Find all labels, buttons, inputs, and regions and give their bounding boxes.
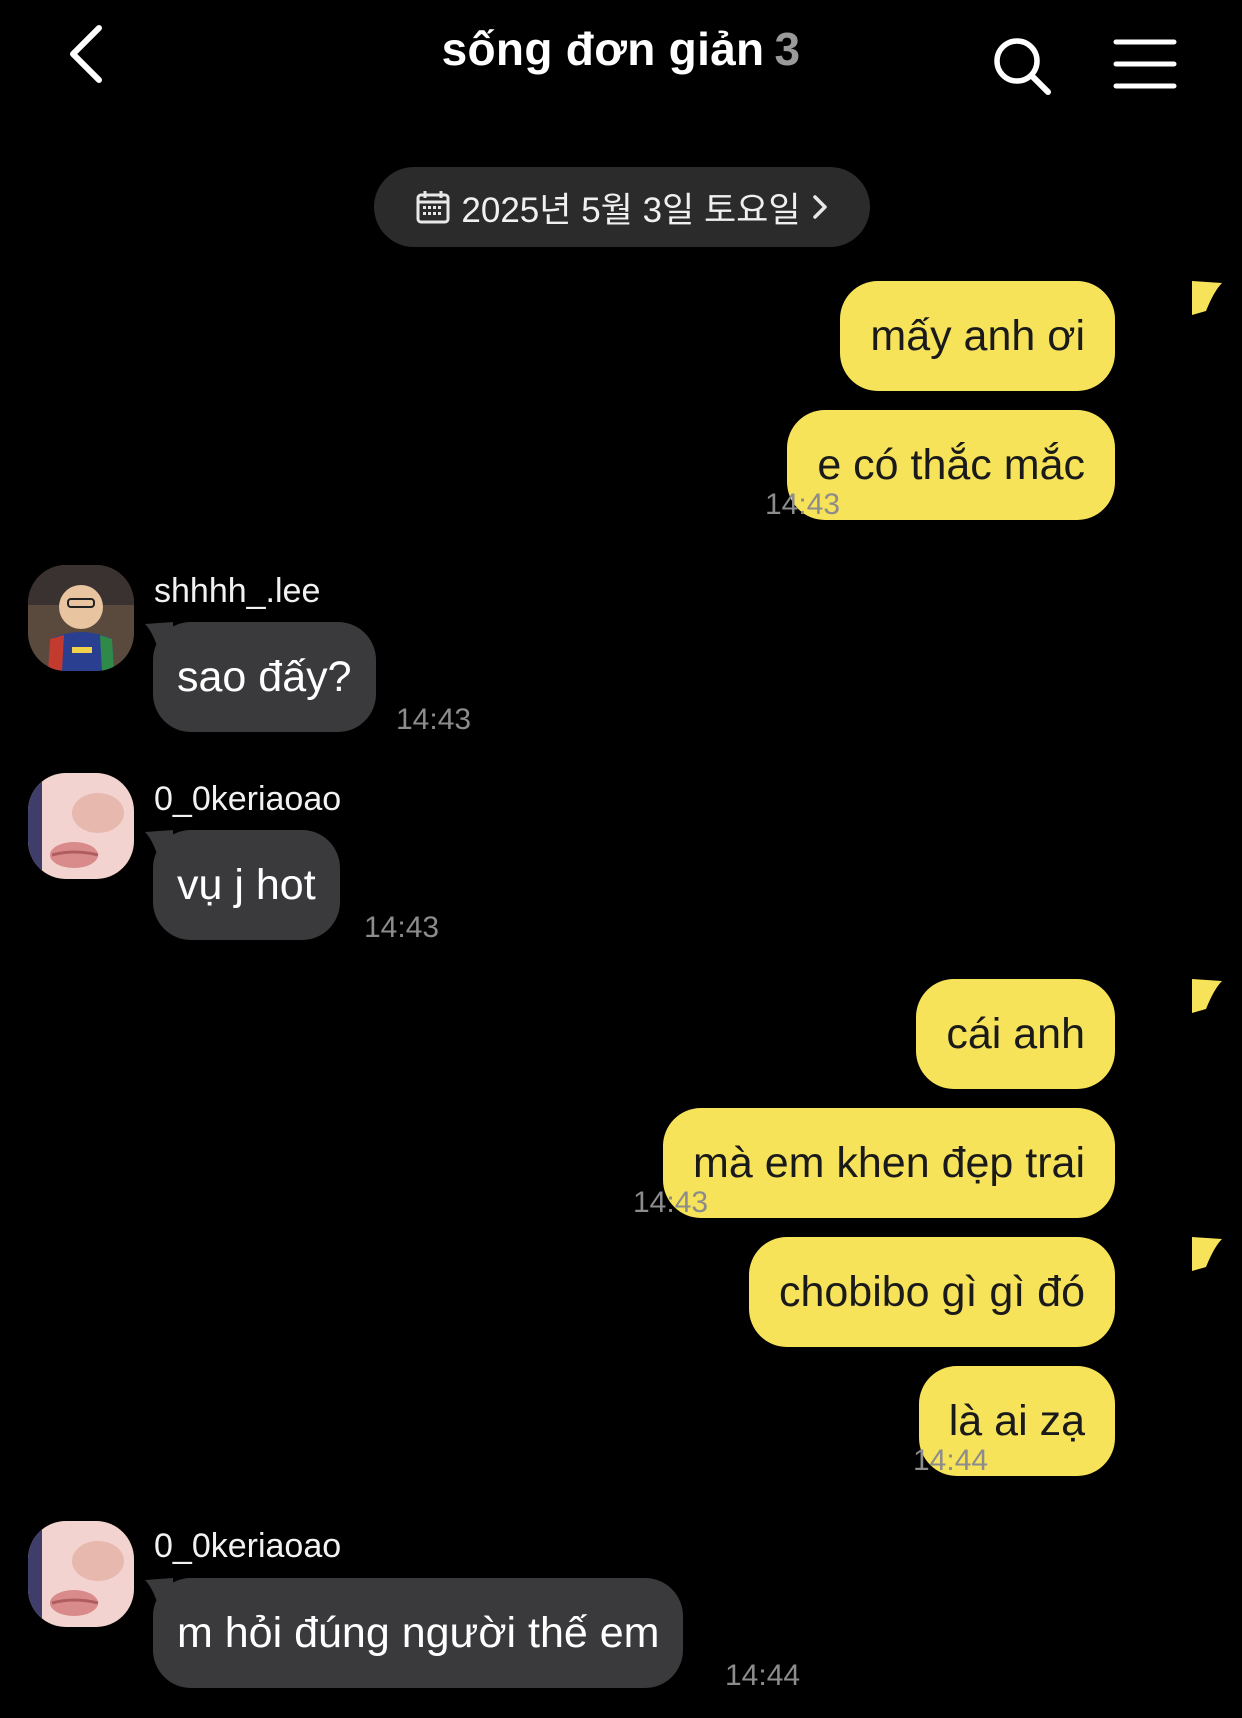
message-timestamp: 14:43: [364, 911, 440, 944]
sender-name: 0_0keriaoao: [154, 1527, 342, 1565]
message-text: sao đấy?: [177, 652, 352, 701]
message-timestamp: 14:43: [765, 488, 841, 521]
avatar[interactable]: [28, 565, 134, 671]
avatar-photo: [28, 773, 134, 879]
message-text: vụ j hot: [177, 860, 316, 909]
avatar[interactable]: [28, 773, 134, 879]
message-timestamp: 14:44: [725, 1659, 801, 1692]
avatar-photo: [28, 565, 134, 671]
message-timestamp: 14:43: [633, 1186, 709, 1219]
avatar[interactable]: [28, 1521, 134, 1627]
avatar-photo: [28, 1521, 134, 1627]
bubble-tail: [1192, 281, 1222, 315]
date-divider[interactable]: 2025년 5월 3일 토요일: [374, 167, 870, 247]
menu-icon: [1113, 39, 1177, 89]
bubble-tail: [1192, 979, 1222, 1013]
date-label: 2025년 5월 3일 토요일: [461, 190, 801, 230]
chevron-right-icon: [812, 195, 827, 219]
message-text: e có thắc mắc: [817, 440, 1085, 489]
message-text: mấy anh ơi: [870, 311, 1085, 360]
sender-name: 0_0keriaoao: [154, 780, 342, 818]
my-message-bubble[interactable]: chobibo gì gì đó: [748, 1237, 1115, 1347]
other-message-bubble[interactable]: m hỏi đúng người thế em: [153, 1578, 684, 1688]
bubble-tail: [145, 622, 173, 654]
search-icon: [994, 38, 1051, 95]
message-text: là ai zạ: [948, 1396, 1085, 1445]
sender-name: shhhh_.lee: [154, 572, 321, 610]
bubble-tail: [145, 830, 173, 862]
my-message-bubble[interactable]: mấy anh ơi: [840, 281, 1115, 391]
my-message-bubble[interactable]: mà em khen đẹp trai: [663, 1108, 1115, 1218]
search-button[interactable]: [990, 34, 1056, 100]
message-text: m hỏi đúng người thế em: [177, 1608, 660, 1657]
bubble-tail: [1192, 1237, 1222, 1271]
message-text: chobibo gì gì đó: [778, 1267, 1085, 1316]
other-message-bubble[interactable]: sao đấy?: [153, 622, 376, 732]
message-text: cái anh: [946, 1009, 1085, 1058]
message-timestamp: 14:43: [396, 703, 472, 736]
my-message-bubble[interactable]: cái anh: [916, 979, 1115, 1089]
bubble-tail: [145, 1578, 173, 1610]
message-text: mà em khen đẹp trai: [693, 1138, 1085, 1187]
calendar-icon: [416, 191, 450, 224]
menu-button[interactable]: [1112, 34, 1178, 94]
other-message-bubble[interactable]: vụ j hot: [153, 830, 340, 940]
member-count: 3: [774, 23, 801, 75]
chat-name: sống đơn giản: [441, 23, 765, 75]
message-timestamp: 14:44: [913, 1444, 989, 1477]
